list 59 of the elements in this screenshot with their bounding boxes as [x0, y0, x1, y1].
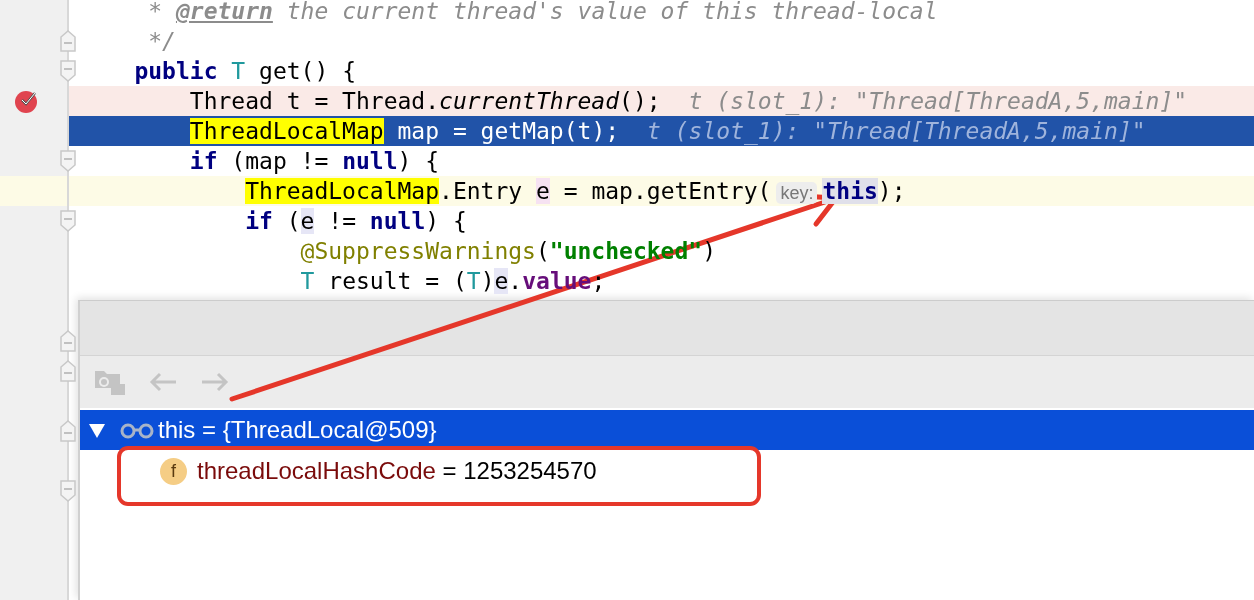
code-token: e: [300, 208, 315, 234]
tree-row[interactable]: f threadLocalHashCode = 1253254570: [80, 450, 1254, 492]
code-token: the current thread's value of this thread-local: [286, 0, 938, 24]
code-token: get() {: [259, 58, 356, 84]
code-token: *: [148, 0, 164, 24]
code-token: (: [535, 238, 550, 264]
code-token: T: [466, 268, 481, 294]
tree-row[interactable]: this = {ThreadLocal@509}: [80, 410, 1254, 450]
code-token: currentThread: [439, 88, 620, 114]
parameter-hint: key:: [776, 182, 818, 204]
code-token: public: [134, 58, 218, 84]
code-token: map = getMap(t);: [397, 118, 620, 144]
fold-marker-icon[interactable]: [60, 480, 76, 502]
code-token: if: [245, 208, 273, 234]
code-token: result = (: [328, 268, 467, 294]
code-token: ): [480, 268, 495, 294]
code-token: (: [286, 208, 301, 234]
fold-marker-icon[interactable]: [60, 30, 76, 52]
fold-marker-icon[interactable]: [60, 210, 76, 232]
field-name: threadLocalHashCode: [197, 457, 436, 485]
code-token: .: [508, 268, 523, 294]
inline-value-hint: t (slot_1): "Thread[ThreadA,5,main]": [688, 88, 1188, 114]
code-token: @return: [175, 0, 273, 24]
code-token: @SuppressWarnings: [300, 238, 536, 264]
code-token: ThreadLocalMap: [189, 118, 384, 144]
code-token: ) {: [425, 208, 467, 234]
code-token: ) {: [397, 148, 440, 174]
code-token: ;: [591, 268, 606, 294]
fold-marker-icon[interactable]: [60, 60, 76, 82]
code-token: ): [702, 238, 716, 264]
code-token: ThreadLocalMap: [245, 178, 440, 204]
fold-marker-icon[interactable]: [60, 360, 76, 382]
field-icon: f: [160, 457, 187, 485]
code-token: e: [536, 178, 550, 204]
code-token: null: [369, 208, 426, 234]
code-token: if: [189, 148, 218, 174]
code-token: T: [300, 268, 315, 294]
code-token: T: [231, 58, 246, 84]
fold-marker-icon[interactable]: [60, 150, 76, 172]
code-token: = map.getEntry(: [563, 178, 772, 204]
code-token: null: [342, 148, 398, 174]
code-token: e: [494, 268, 509, 294]
code-token: );: [877, 178, 906, 204]
code-token: ();: [619, 88, 661, 114]
field-value: = 1253254570: [441, 457, 597, 485]
code-token: !=: [328, 208, 357, 234]
glasses-icon: [120, 421, 154, 439]
code-token: */: [148, 28, 176, 54]
variable-name: this: [158, 416, 196, 444]
expand-triangle-icon[interactable]: [88, 421, 106, 439]
code-token: Thread t = Thread.: [189, 88, 440, 114]
inline-value-hint: t (slot_1): "Thread[ThreadA,5,main]": [647, 118, 1146, 144]
breakpoint-icon[interactable]: [14, 88, 40, 114]
variable-value: = {ThreadLocal@509}: [201, 416, 437, 444]
fold-marker-icon[interactable]: [60, 330, 76, 352]
code-token: (map !=: [231, 148, 330, 174]
code-token: this: [822, 178, 878, 204]
code-token: .Entry: [439, 178, 524, 204]
fold-marker-icon[interactable]: [60, 420, 76, 442]
